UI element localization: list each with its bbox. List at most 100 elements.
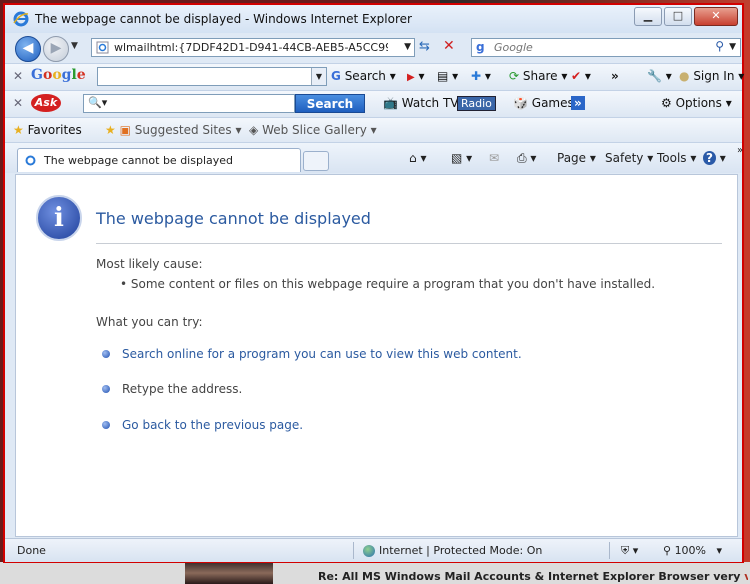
help-menu[interactable]: ? ▾ bbox=[703, 151, 726, 165]
wrench-icon: 🔧 bbox=[647, 69, 662, 83]
zoom-level[interactable]: ⚲ 100% ▾ bbox=[663, 544, 722, 557]
tab-current[interactable]: The webpage cannot be displayed bbox=[17, 148, 301, 172]
user-icon: ● bbox=[679, 69, 690, 83]
tools-menu[interactable]: Tools ▾ bbox=[657, 151, 696, 165]
print-button[interactable]: ⎙ ▾ bbox=[517, 151, 536, 166]
suggested-sites-link[interactable]: ★ ▣ Suggested Sites ▾ bbox=[105, 123, 242, 137]
globe-icon bbox=[363, 545, 375, 557]
search-box[interactable]: g ⚲ ▼ bbox=[471, 38, 741, 57]
title-bar[interactable]: The webpage cannot be displayed - Window… bbox=[5, 5, 742, 33]
heading-divider bbox=[96, 243, 722, 244]
print-icon: ⎙ bbox=[517, 151, 527, 165]
window-title: The webpage cannot be displayed - Window… bbox=[35, 12, 412, 26]
security-zone[interactable]: Internet | Protected Mode: On bbox=[363, 544, 542, 557]
cause-heading: Most likely cause: bbox=[96, 257, 203, 271]
suggested-sites-icon: ▣ bbox=[119, 123, 131, 137]
bullet-icon bbox=[102, 385, 110, 393]
ask-toolbar: ✕ Ask 🔍▾ Search 📺 Watch TV Radio 🎲 Games… bbox=[5, 90, 742, 117]
favorites-star-icon: ★ bbox=[13, 123, 24, 137]
close-ask-toolbar-icon[interactable]: ✕ bbox=[13, 96, 23, 110]
sign-in-button[interactable]: ● Sign In ▾ bbox=[679, 69, 744, 83]
try-heading: What you can try: bbox=[96, 315, 203, 329]
share-button[interactable]: ⟳ Share ▾ bbox=[509, 69, 567, 83]
google-search-provider-icon: g bbox=[476, 40, 485, 54]
feeds-button[interactable]: ▧ ▾ bbox=[451, 151, 472, 165]
zoom-magnifier-icon: ⚲ bbox=[663, 544, 672, 557]
address-url[interactable]: wlmailhtml:{7DDF42D1-D941-44CB-AEB5-A5CC… bbox=[114, 41, 388, 54]
tab-label: The webpage cannot be displayed bbox=[44, 154, 233, 167]
ask-logo[interactable]: Ask bbox=[31, 94, 61, 112]
ie-window: The webpage cannot be displayed - Window… bbox=[3, 3, 744, 563]
games-icon: 🎲 bbox=[513, 96, 528, 110]
google-search-input[interactable]: ▼ bbox=[97, 67, 327, 86]
close-toolbar-icon[interactable]: ✕ bbox=[13, 69, 23, 83]
google-logo[interactable]: Google bbox=[31, 67, 86, 83]
page-content: i The webpage cannot be displayed Most l… bbox=[15, 174, 738, 537]
youtube-icon: ▶ bbox=[407, 72, 415, 83]
info-icon: i bbox=[36, 195, 82, 241]
home-icon: ⌂ bbox=[409, 151, 417, 165]
tab-page-icon bbox=[25, 155, 36, 166]
status-separator bbox=[609, 542, 610, 559]
stop-icon[interactable]: ✕ bbox=[443, 38, 455, 54]
safety-menu[interactable]: Safety ▾ bbox=[605, 151, 653, 165]
go-back-link[interactable]: Go back to the previous page. bbox=[122, 418, 303, 432]
background-message: Re: All MS Windows Mail Accounts & Inter… bbox=[318, 570, 748, 583]
ask-search-input[interactable]: 🔍▾ bbox=[83, 94, 295, 113]
web-slice-gallery-link[interactable]: ◈ Web Slice Gallery ▾ bbox=[249, 123, 377, 137]
status-bar: Done Internet | Protected Mode: On ⛨ ▾ ⚲… bbox=[5, 538, 742, 562]
radio-button[interactable]: Radio bbox=[457, 96, 496, 111]
minimize-button[interactable]: ▁ bbox=[634, 7, 662, 26]
feeds-icon: ▧ bbox=[451, 151, 463, 165]
favorites-bar: ★ Favorites ★ ▣ Suggested Sites ▾ ◈ Web … bbox=[5, 117, 742, 144]
puzzle-icon: ✚ bbox=[471, 69, 482, 83]
close-button[interactable]: ✕ bbox=[694, 7, 738, 26]
command-bar-chevron-icon[interactable]: » bbox=[737, 145, 743, 156]
background-forum-page: Re: All MS Windows Mail Accounts & Inter… bbox=[0, 562, 750, 584]
web-slice-icon: ◈ bbox=[249, 123, 259, 137]
favorites-button[interactable]: ★ Favorites bbox=[13, 123, 82, 137]
spellcheck-button[interactable]: ✔ ▾ bbox=[571, 69, 591, 83]
mail-icon: ✉ bbox=[489, 151, 500, 165]
page-menu[interactable]: Page ▾ bbox=[557, 151, 596, 165]
recent-pages-dropdown-icon[interactable]: ▼ bbox=[71, 41, 78, 51]
ask-search-button[interactable]: Search bbox=[295, 94, 365, 113]
window-controls: ▁ □ ✕ bbox=[632, 7, 738, 26]
settings-button[interactable]: 🔧 ▾ bbox=[647, 69, 672, 83]
search-input[interactable] bbox=[492, 40, 696, 55]
search-options-dropdown-icon[interactable]: ▼ bbox=[729, 42, 736, 52]
status-separator bbox=[353, 542, 354, 559]
page-icon bbox=[96, 41, 109, 54]
search-magnifier-icon[interactable]: ⚲ bbox=[715, 39, 724, 53]
google-g-icon: G bbox=[331, 69, 341, 83]
maximize-button[interactable]: □ bbox=[664, 7, 692, 26]
search-online-link[interactable]: Search online for a program you can use … bbox=[122, 347, 522, 361]
protected-mode-button[interactable]: ⛨ ▾ bbox=[621, 544, 638, 558]
cause-item: • Some content or files on this webpage … bbox=[120, 277, 656, 291]
back-button[interactable]: ◀ bbox=[15, 36, 41, 62]
games-button[interactable]: 🎲 Games bbox=[513, 96, 574, 110]
background-photo bbox=[185, 562, 273, 584]
ie-logo-icon bbox=[13, 11, 29, 27]
refresh-icon[interactable]: ⇆ bbox=[419, 39, 430, 54]
address-dropdown-icon[interactable]: ▼ bbox=[404, 42, 411, 52]
forward-button[interactable]: ▶ bbox=[43, 36, 69, 62]
ask-more-chevron-icon[interactable]: » bbox=[571, 96, 585, 110]
navigation-bar: ◀ ▶ ▼ wlmailhtml:{7DDF42D1-D941-44CB-AEB… bbox=[5, 33, 742, 63]
google-toolbar: ✕ Google ▼ G Search ▾ ▶ ▾ ▤ ▾ ✚ ▾ ⟳ Shar… bbox=[5, 63, 744, 90]
help-icon: ? bbox=[703, 151, 716, 165]
bookmarks-button[interactable]: ▤ ▾ bbox=[437, 69, 458, 83]
more-chevron-icon[interactable]: » bbox=[611, 69, 619, 83]
ask-options-button[interactable]: ⚙ Options ▾ bbox=[661, 96, 732, 110]
new-tab-button[interactable] bbox=[303, 151, 329, 171]
puzzle-button[interactable]: ✚ ▾ bbox=[471, 69, 491, 83]
address-bar[interactable]: wlmailhtml:{7DDF42D1-D941-44CB-AEB5-A5CC… bbox=[91, 38, 415, 57]
youtube-button[interactable]: ▶ ▾ bbox=[407, 69, 425, 83]
bullet-icon bbox=[102, 421, 110, 429]
home-button[interactable]: ⌂ ▾ bbox=[409, 151, 426, 165]
google-search-button[interactable]: G Search ▾ bbox=[331, 69, 396, 83]
shield-icon: ⛨ bbox=[621, 544, 630, 557]
read-mail-button[interactable]: ✉ bbox=[489, 151, 499, 165]
watch-tv-button[interactable]: 📺 Watch TV bbox=[383, 96, 459, 110]
google-search-dropdown-icon[interactable]: ▼ bbox=[311, 68, 326, 85]
